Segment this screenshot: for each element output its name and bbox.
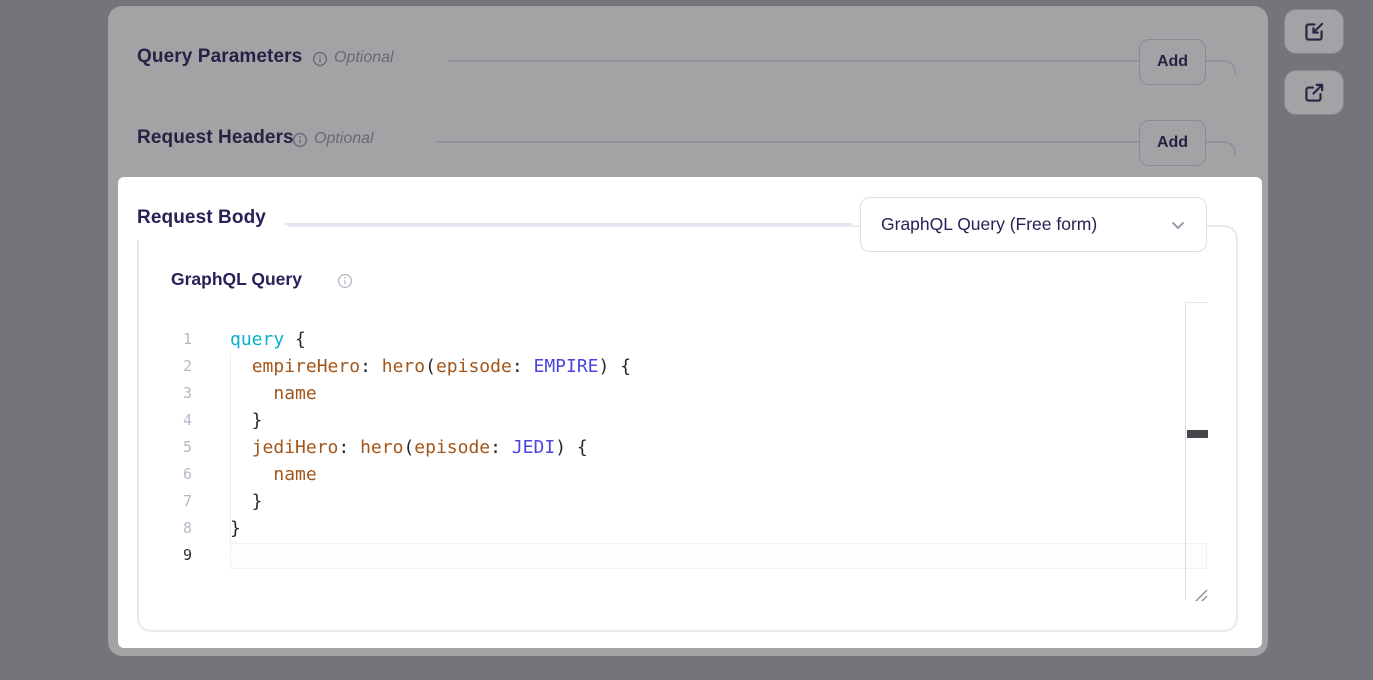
add-query-parameter-button[interactable]: Add <box>1139 39 1206 85</box>
screen: Query Parameters Optional Add Request He… <box>0 0 1373 680</box>
code-text: name <box>230 380 317 407</box>
code-line: 5 jediHero: hero(episode: JEDI) { <box>170 434 1210 461</box>
code-rows: 1query {2 empireHero: hero(episode: EMPI… <box>170 326 1210 569</box>
body-type-selected-value: GraphQL Query (Free form) <box>881 214 1168 235</box>
info-icon[interactable] <box>312 51 328 67</box>
code-text: } <box>230 515 241 542</box>
divider <box>447 60 1139 62</box>
chevron-down-icon <box>1168 215 1188 235</box>
code-line: 2 empireHero: hero(episode: EMPIRE) { <box>170 353 1210 380</box>
code-text: empireHero: hero(episode: EMPIRE) { <box>230 353 631 380</box>
line-number: 7 <box>170 488 192 515</box>
line-number: 6 <box>170 461 192 488</box>
collapse-import-button[interactable] <box>1284 9 1344 54</box>
code-text: query { <box>230 326 306 353</box>
line-number: 3 <box>170 380 192 407</box>
graphql-query-label: GraphQL Query <box>171 269 302 290</box>
code-line: 1 query { <box>170 326 1210 353</box>
divider <box>437 141 1139 143</box>
code-line: 3 name <box>170 380 1210 407</box>
arrow-import-icon <box>1301 19 1327 45</box>
divider-corner <box>1206 141 1236 155</box>
query-parameters-optional-label: Optional <box>334 49 394 67</box>
code-text: } <box>230 407 263 434</box>
editor-scrollbar[interactable] <box>1185 302 1208 600</box>
resize-grip-icon[interactable] <box>1193 587 1209 603</box>
divider <box>285 223 852 225</box>
open-external-button[interactable] <box>1284 70 1344 115</box>
divider-corner <box>1206 60 1236 74</box>
scrollbar-thumb[interactable] <box>1187 430 1208 438</box>
code-text: name <box>230 461 317 488</box>
request-headers-optional-label: Optional <box>314 130 374 148</box>
code-text: jediHero: hero(episode: JEDI) { <box>230 434 588 461</box>
code-line: 8} <box>170 515 1210 542</box>
graphql-query-editor[interactable]: 1query {2 empireHero: hero(episode: EMPI… <box>170 326 1210 569</box>
line-number: 9 <box>170 542 192 569</box>
add-request-header-button[interactable]: Add <box>1139 120 1206 166</box>
line-number: 4 <box>170 407 192 434</box>
query-parameters-title: Query Parameters <box>137 46 302 68</box>
line-number: 5 <box>170 434 192 461</box>
code-line: 9 <box>170 542 1210 569</box>
external-link-icon <box>1301 80 1327 106</box>
info-icon[interactable] <box>337 273 353 289</box>
info-icon[interactable] <box>292 132 308 148</box>
code-line: 4 } <box>170 407 1210 434</box>
body-type-select[interactable]: GraphQL Query (Free form) <box>860 197 1207 252</box>
code-text: } <box>230 488 263 515</box>
line-number: 2 <box>170 353 192 380</box>
line-number: 8 <box>170 515 192 542</box>
line-number: 1 <box>170 326 192 353</box>
code-line: 6 name <box>170 461 1210 488</box>
request-body-title: Request Body <box>137 207 266 229</box>
code-line: 7 } <box>170 488 1210 515</box>
request-headers-title: Request Headers <box>137 127 294 149</box>
